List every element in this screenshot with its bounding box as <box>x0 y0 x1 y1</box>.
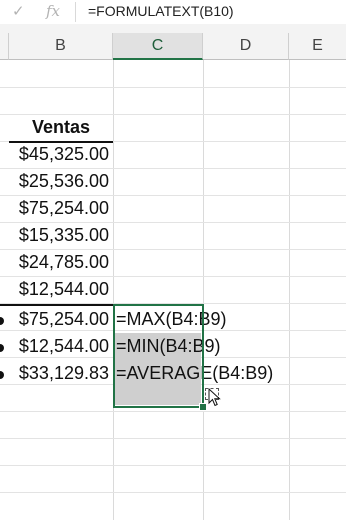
header-gap <box>0 24 346 33</box>
row-marker <box>0 317 4 325</box>
gridline <box>289 60 290 520</box>
column-header-partial[interactable] <box>0 33 9 60</box>
gridline <box>113 60 114 520</box>
ventas-cell[interactable]: $12,544.00 <box>9 276 113 303</box>
column-header-d[interactable]: D <box>203 33 289 60</box>
ventas-cell[interactable]: $75,254.00 <box>9 195 113 222</box>
ventas-cell[interactable]: $24,785.00 <box>9 249 113 276</box>
gridline <box>0 87 346 88</box>
formula-input[interactable]: =FORMULATEXT(B10) <box>88 3 234 19</box>
average-value-cell[interactable]: $33,129.83 <box>9 360 113 387</box>
column-header-b[interactable]: B <box>9 33 113 60</box>
ventas-header-cell[interactable]: Ventas <box>9 114 113 141</box>
gridline <box>0 411 346 412</box>
gridline <box>203 60 204 520</box>
ventas-cell[interactable]: $15,335.00 <box>9 222 113 249</box>
gridline <box>0 465 346 466</box>
ventas-cell[interactable]: $25,536.00 <box>9 168 113 195</box>
gridline <box>0 438 346 439</box>
formula-bar: ✓ fx =FORMULATEXT(B10) <box>0 0 346 25</box>
column-header-c[interactable]: C <box>113 33 203 60</box>
formula-bar-divider <box>75 2 76 22</box>
fill-handle[interactable] <box>199 403 207 411</box>
row-marker <box>0 371 4 379</box>
row-marker <box>0 344 4 352</box>
fx-icon[interactable]: fx <box>46 2 60 20</box>
column-header-e[interactable]: E <box>289 33 346 60</box>
cancel-check-icon[interactable]: ✓ <box>12 2 25 20</box>
max-value-cell[interactable]: $75,254.00 <box>9 306 113 333</box>
gridline <box>0 492 346 493</box>
mouse-cursor-icon <box>208 388 221 407</box>
min-value-cell[interactable]: $12,544.00 <box>9 333 113 360</box>
selection-border[interactable] <box>113 304 204 408</box>
ventas-cell[interactable]: $45,325.00 <box>9 141 113 168</box>
